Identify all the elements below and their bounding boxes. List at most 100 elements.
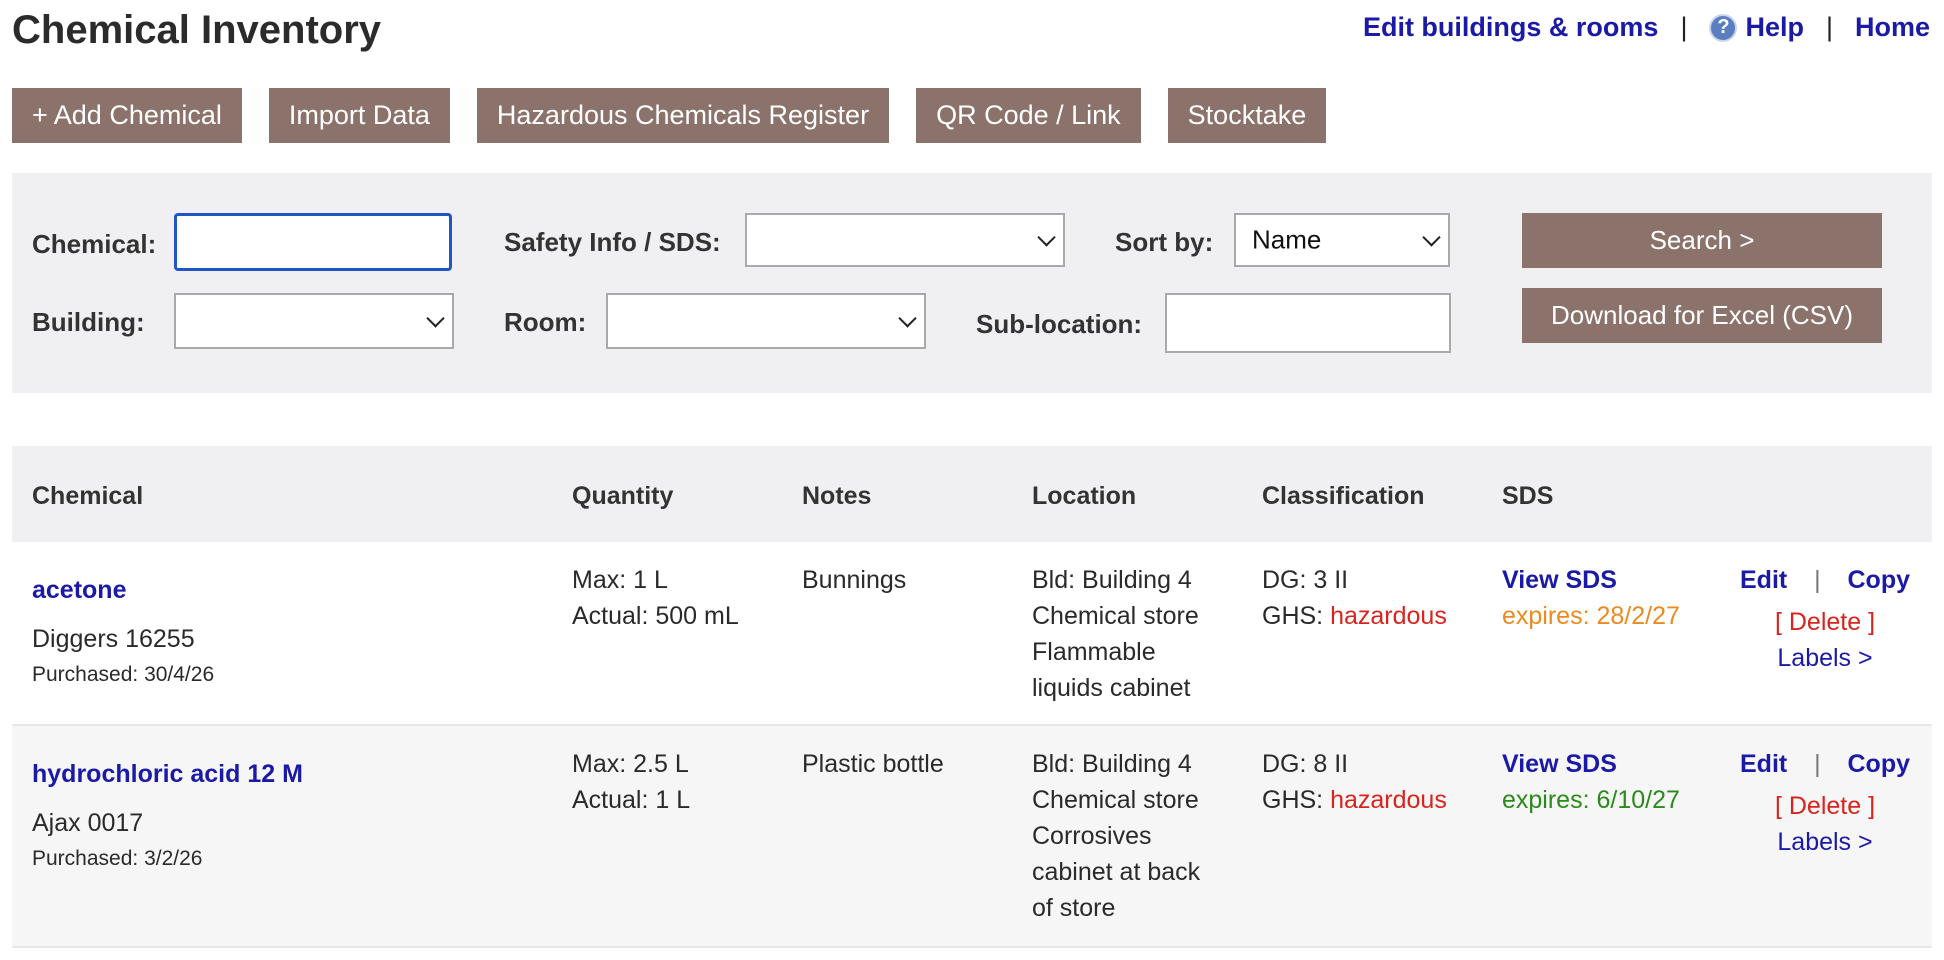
help-link[interactable]: ? Help (1709, 12, 1804, 43)
location-line: of store (1032, 894, 1116, 922)
sort-by-value: Name (1252, 224, 1322, 255)
stocktake-button[interactable]: Stocktake (1167, 88, 1327, 143)
toolbar: + Add Chemical Import Data Hazardous Che… (12, 88, 1327, 143)
qr-code-button[interactable]: QR Code / Link (916, 88, 1141, 143)
chemical-cell: acetone Diggers 16255 Purchased: 30/4/26 (32, 572, 214, 693)
location-line: Flammable (1032, 638, 1156, 666)
quantity-cell: Max: 2.5 L Actual: 1 L (572, 746, 690, 818)
location-line: liquids cabinet (1032, 674, 1191, 702)
location-cell: Bld: Building 4 Chemical store Flammable… (1032, 562, 1199, 706)
chevron-down-icon (1037, 228, 1056, 247)
safety-filter-label: Safety Info / SDS: (504, 227, 721, 257)
search-button[interactable]: Search > (1522, 213, 1882, 268)
filter-panel: Chemical: Safety Info / SDS: Sort by: Na… (12, 173, 1932, 393)
sort-label: Sort by: (1115, 227, 1214, 257)
sort-by-select[interactable]: Name (1234, 213, 1450, 267)
help-icon: ? (1709, 13, 1738, 42)
room-select[interactable] (606, 293, 926, 349)
ghs-label: GHS: (1262, 602, 1331, 630)
chevron-down-icon (426, 309, 445, 328)
nav-separator: | (1825, 12, 1833, 42)
ghs-status: hazardous (1330, 786, 1447, 814)
location-cell: Bld: Building 4 Chemical store Corrosive… (1032, 746, 1200, 926)
chemical-name-link[interactable]: hydrochloric acid 12 M (32, 760, 303, 788)
hazardous-register-button[interactable]: Hazardous Chemicals Register (476, 88, 890, 143)
row-actions: Edit | Copy [ Delete ] Labels > (1740, 562, 1910, 676)
sds-cell: View SDS expires: 28/2/27 (1502, 562, 1680, 634)
quantity-actual: Actual: 500 mL (572, 602, 739, 630)
download-csv-button[interactable]: Download for Excel (CSV) (1522, 288, 1882, 343)
help-label: Help (1745, 12, 1804, 42)
view-sds-link[interactable]: View SDS (1502, 566, 1617, 594)
quantity-cell: Max: 1 L Actual: 500 mL (572, 562, 739, 634)
inventory-table: Chemical Quantity Notes Location Classif… (12, 446, 1932, 948)
nav-separator: | (1680, 12, 1688, 42)
chevron-down-icon (1422, 228, 1441, 247)
labels-link[interactable]: Labels > (1777, 828, 1872, 856)
col-notes: Notes (802, 482, 872, 510)
sublocation-input[interactable] (1165, 293, 1451, 353)
ghs-class: GHS: hazardous (1262, 598, 1447, 634)
location-line: cabinet at back (1032, 858, 1201, 886)
classification-cell: DG: 8 II GHS: hazardous (1262, 746, 1447, 818)
table-header: Chemical Quantity Notes Location Classif… (12, 446, 1932, 542)
location-line: Bld: Building 4 (1032, 566, 1192, 594)
edit-link[interactable]: Edit (1740, 746, 1787, 782)
notes-cell: Bunnings (802, 566, 907, 594)
action-separator: | (1814, 750, 1821, 778)
room-filter-label: Room: (504, 307, 587, 337)
dg-class: DG: 8 II (1262, 750, 1349, 778)
location-line: Chemical store (1032, 786, 1199, 814)
classification-cell: DG: 3 II GHS: hazardous (1262, 562, 1447, 634)
location-line: Corrosives (1032, 822, 1152, 850)
ghs-label: GHS: (1262, 786, 1331, 814)
col-chemical: Chemical (32, 482, 144, 510)
labels-link[interactable]: Labels > (1777, 644, 1872, 672)
edit-link[interactable]: Edit (1740, 562, 1787, 598)
sds-expiry: expires: 6/10/27 (1502, 786, 1680, 814)
dg-class: DG: 3 II (1262, 566, 1349, 594)
purchased-date: Purchased: 30/4/26 (32, 663, 215, 686)
ghs-status: hazardous (1330, 602, 1447, 630)
col-quantity: Quantity (572, 482, 674, 510)
row-actions: Edit | Copy [ Delete ] Labels > (1740, 746, 1910, 860)
building-filter-label: Building: (32, 307, 145, 337)
table-row: acetone Diggers 16255 Purchased: 30/4/26… (12, 542, 1932, 726)
chemical-filter-label: Chemical: (32, 229, 157, 259)
chevron-down-icon (898, 309, 917, 328)
quantity-max: Max: 2.5 L (572, 750, 689, 778)
quantity-actual: Actual: 1 L (572, 786, 691, 814)
chemical-name-link[interactable]: acetone (32, 576, 126, 604)
home-link[interactable]: Home (1855, 12, 1930, 43)
location-line: Bld: Building 4 (1032, 750, 1192, 778)
building-select[interactable] (174, 293, 454, 349)
view-sds-link[interactable]: View SDS (1502, 750, 1617, 778)
action-separator: | (1814, 566, 1821, 594)
col-sds: SDS (1502, 482, 1554, 510)
quantity-max: Max: 1 L (572, 566, 668, 594)
ghs-class: GHS: hazardous (1262, 782, 1447, 818)
safety-sds-select[interactable] (745, 213, 1065, 267)
delete-link[interactable]: [ Delete ] (1775, 608, 1875, 636)
copy-link[interactable]: Copy (1848, 562, 1911, 598)
copy-link[interactable]: Copy (1848, 746, 1911, 782)
sublocation-filter-label: Sub-location: (976, 309, 1143, 339)
table-row: hydrochloric acid 12 M Ajax 0017 Purchas… (12, 726, 1932, 948)
supplier-text: Diggers 16255 (32, 625, 195, 653)
location-line: Chemical store (1032, 602, 1199, 630)
import-data-button[interactable]: Import Data (268, 88, 450, 143)
sds-expiry: expires: 28/2/27 (1502, 602, 1680, 630)
page-title: Chemical Inventory (12, 8, 382, 52)
add-chemical-button[interactable]: + Add Chemical (12, 88, 242, 143)
col-classification: Classification (1262, 482, 1425, 510)
col-location: Location (1032, 482, 1137, 510)
delete-link[interactable]: [ Delete ] (1775, 792, 1875, 820)
notes-cell: Plastic bottle (802, 750, 944, 778)
sds-cell: View SDS expires: 6/10/27 (1502, 746, 1680, 818)
purchased-date: Purchased: 3/2/26 (32, 847, 203, 870)
top-nav: Edit buildings & rooms | ? Help | Home (1363, 12, 1930, 43)
chemical-cell: hydrochloric acid 12 M Ajax 0017 Purchas… (32, 756, 303, 877)
chemical-search-input[interactable] (174, 213, 452, 271)
supplier-text: Ajax 0017 (32, 809, 144, 837)
edit-buildings-link[interactable]: Edit buildings & rooms (1363, 12, 1659, 43)
